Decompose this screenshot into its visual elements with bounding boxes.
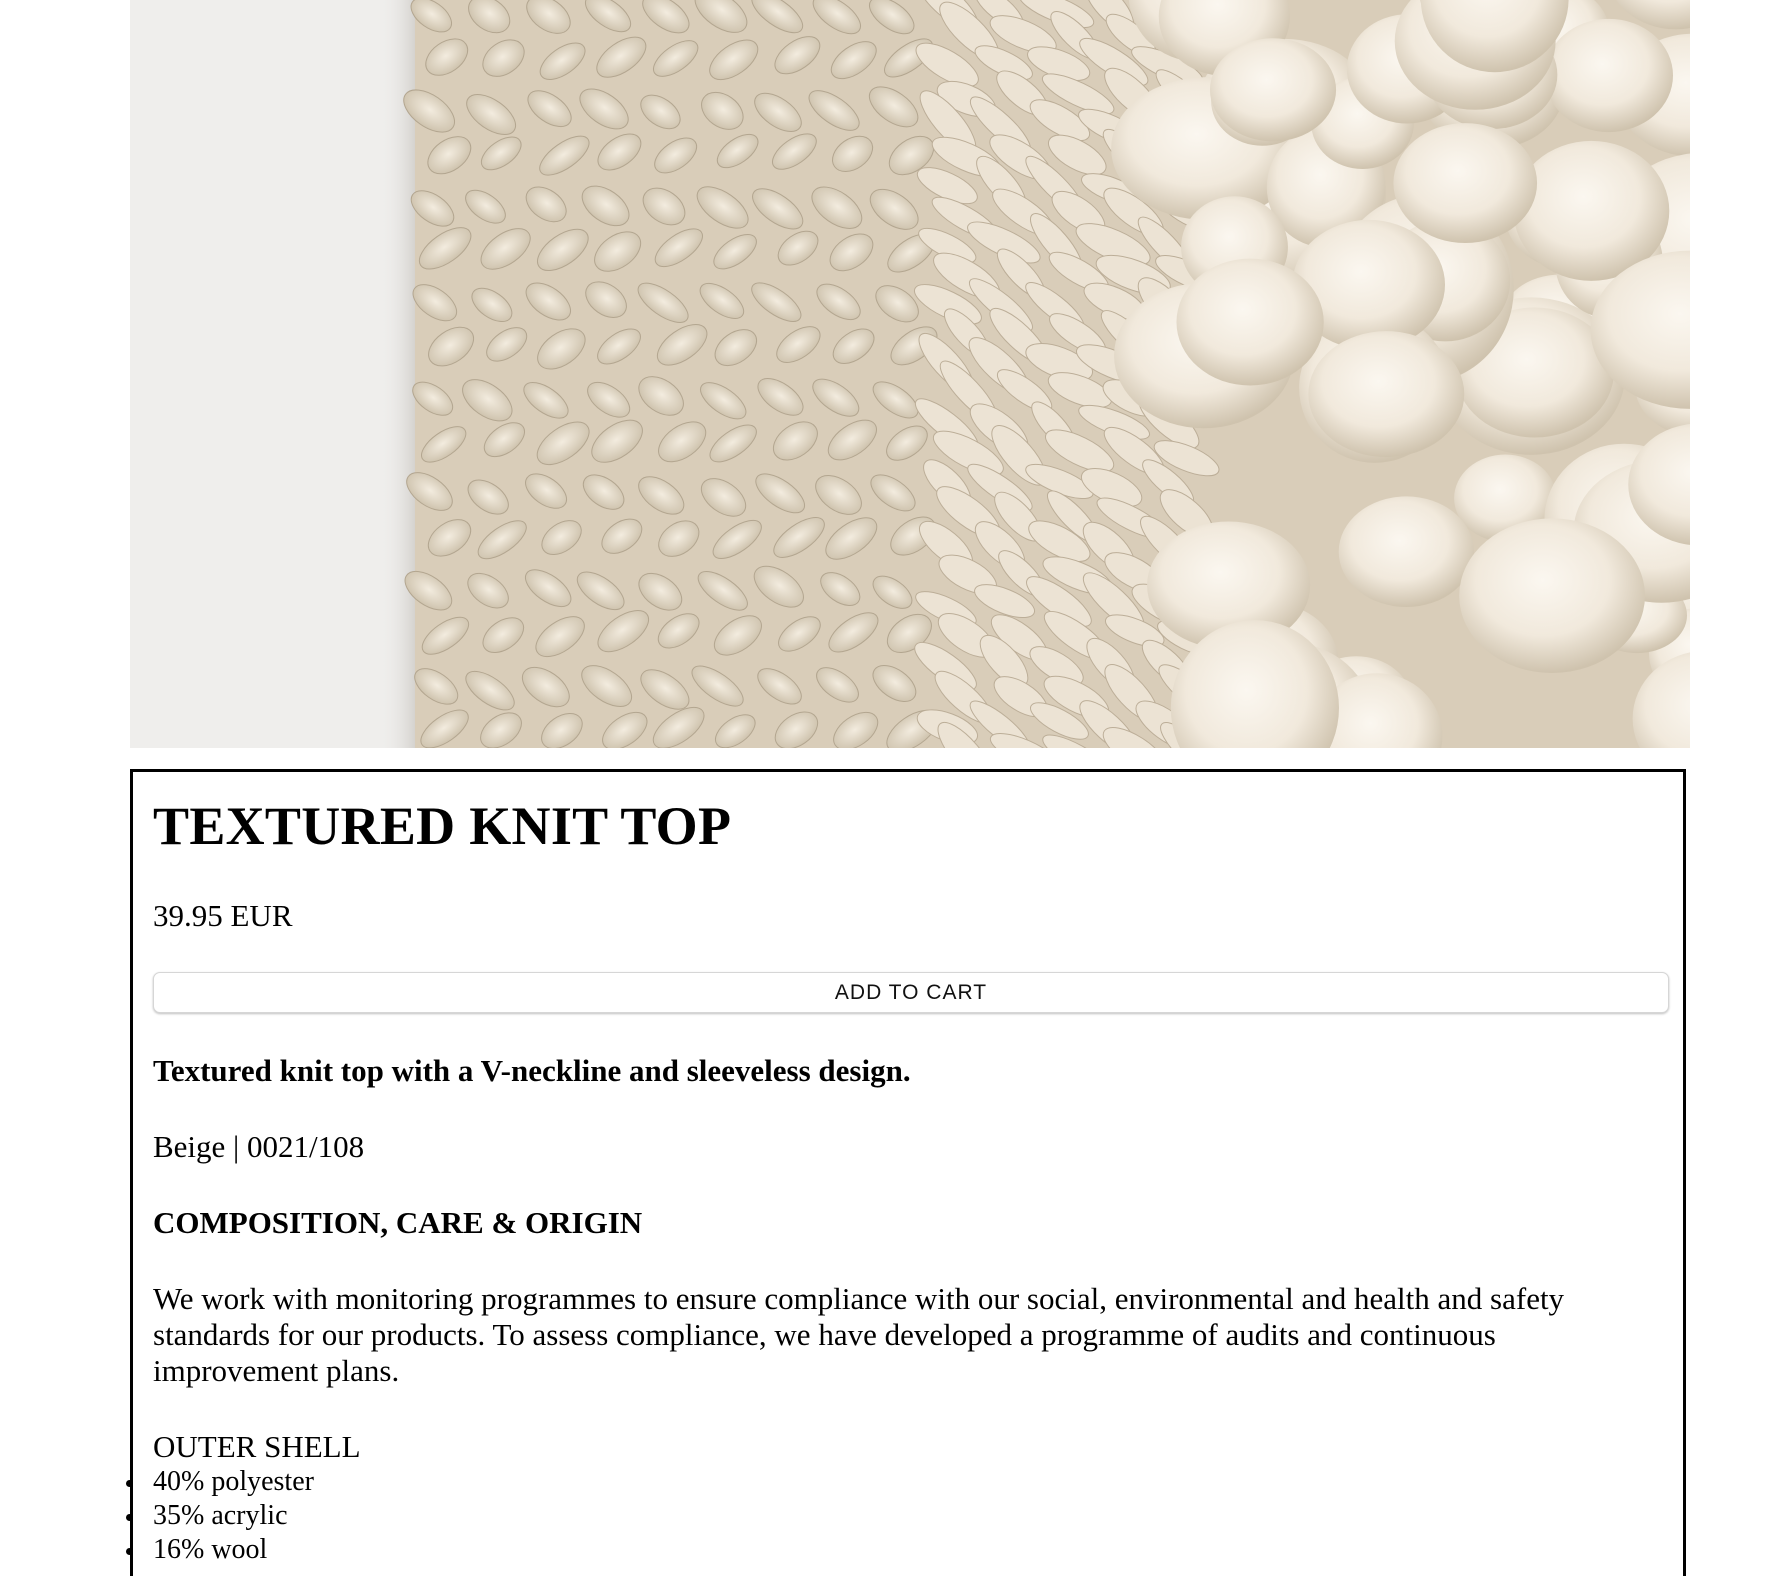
composition-item: 40% polyester xyxy=(126,1465,1663,1499)
composition-item: 16% wool xyxy=(126,1533,1663,1567)
product-price: 39.95 EUR xyxy=(153,898,293,933)
product-short-description: Textured knit top with a V-neckline and … xyxy=(153,1053,911,1088)
product-title: TEXTURED KNIT TOP xyxy=(153,796,732,856)
composition-item: 35% acrylic xyxy=(126,1499,1663,1533)
product-info-panel: TEXTURED KNIT TOP 39.95 EUR ADD TO CART … xyxy=(126,769,1686,1576)
product-color-reference: Beige | 0021/108 xyxy=(153,1129,365,1164)
add-to-cart-button[interactable]: ADD TO CART xyxy=(153,972,1669,1013)
composition-list: 40% polyester 35% acrylic 16% wool xyxy=(126,1465,1663,1567)
composition-care-origin-heading: COMPOSITION, CARE & ORIGIN xyxy=(153,1205,643,1240)
product-page: TEXTURED KNIT TOP 39.95 EUR ADD TO CART … xyxy=(0,0,1782,1576)
product-image xyxy=(130,0,1690,748)
knit-fabric-closeup-image xyxy=(130,0,1690,748)
compliance-text: We work with monitoring programmes to en… xyxy=(153,1281,1565,1388)
outer-shell-label: OUTER SHELL xyxy=(153,1429,361,1464)
